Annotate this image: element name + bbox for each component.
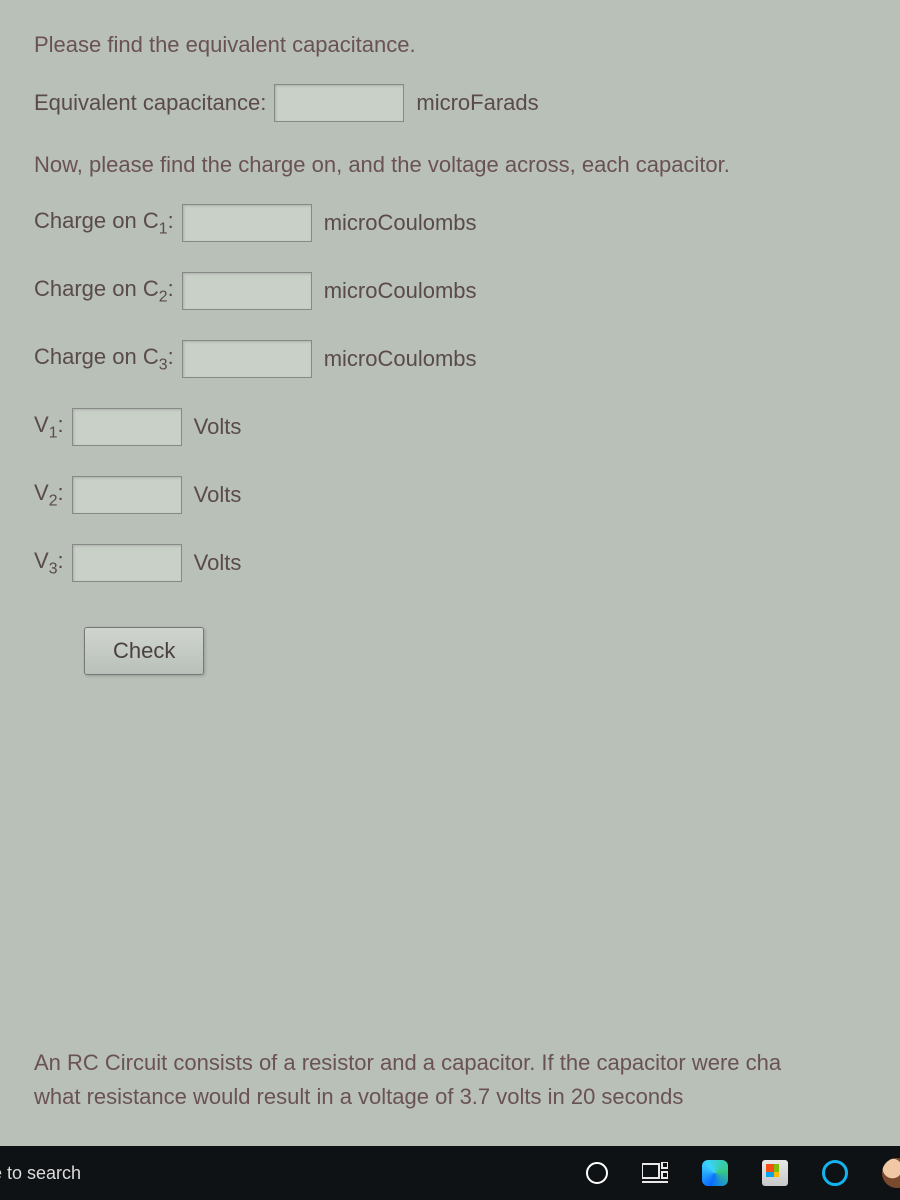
instruction-charge-voltage: Now, please find the charge on, and the … [34, 152, 872, 178]
v3-label: V3: [34, 548, 64, 578]
charge-c1-input[interactable] [182, 204, 312, 242]
charge-c3-label: Charge on C3: [34, 344, 174, 374]
v2-unit: Volts [194, 482, 242, 508]
v1-unit: Volts [194, 414, 242, 440]
charge-prefix: Charge on C [34, 276, 159, 301]
row-v1: V1: Volts [34, 408, 872, 446]
eq-cap-label: Equivalent capacitance: [34, 90, 266, 116]
charge-prefix: Charge on C [34, 208, 159, 233]
colon: : [168, 344, 174, 369]
eq-cap-unit: microFarads [416, 90, 538, 116]
charge-c2-input[interactable] [182, 272, 312, 310]
colon: : [168, 276, 174, 301]
row-charge-c2: Charge on C2: microCoulombs [34, 272, 872, 310]
v2-subscript: 2 [49, 492, 58, 509]
rc-line2: what resistance would result in a voltag… [34, 1080, 900, 1114]
v1-subscript: 1 [49, 424, 58, 441]
taskbar-icons [586, 1158, 900, 1188]
taskbar: e to search [0, 1146, 900, 1200]
colon: : [58, 548, 64, 573]
v-prefix: V [34, 412, 49, 437]
instruction-equivalent: Please find the equivalent capacitance. [34, 32, 872, 58]
row-v2: V2: Volts [34, 476, 872, 514]
charge-c2-label: Charge on C2: [34, 276, 174, 306]
v1-input[interactable] [72, 408, 182, 446]
colon: : [168, 208, 174, 233]
charge-c3-input[interactable] [182, 340, 312, 378]
charge-c1-label: Charge on C1: [34, 208, 174, 238]
store-icon[interactable] [762, 1160, 788, 1186]
row-equivalent-capacitance: Equivalent capacitance: microFarads [34, 84, 872, 122]
row-charge-c1: Charge on C1: microCoulombs [34, 204, 872, 242]
v3-subscript: 3 [49, 560, 58, 577]
v-prefix: V [34, 480, 49, 505]
v2-input[interactable] [72, 476, 182, 514]
taskview-icon[interactable] [642, 1162, 668, 1184]
v-prefix: V [34, 548, 49, 573]
v3-unit: Volts [194, 550, 242, 576]
c3-subscript: 3 [159, 356, 168, 373]
colon: : [58, 480, 64, 505]
eq-cap-input[interactable] [274, 84, 404, 122]
colon: : [58, 412, 64, 437]
v2-label: V2: [34, 480, 64, 510]
charge-c2-unit: microCoulombs [324, 278, 477, 304]
check-button[interactable]: Check [84, 627, 204, 675]
row-v3: V3: Volts [34, 544, 872, 582]
row-charge-c3: Charge on C3: microCoulombs [34, 340, 872, 378]
charge-c3-unit: microCoulombs [324, 346, 477, 372]
rc-circuit-text: An RC Circuit consists of a resistor and… [34, 1046, 900, 1114]
taskbar-search-text[interactable]: e to search [0, 1163, 81, 1184]
cortana-blue-icon[interactable] [822, 1160, 848, 1186]
charge-prefix: Charge on C [34, 344, 159, 369]
c1-subscript: 1 [159, 220, 168, 237]
c2-subscript: 2 [159, 288, 168, 305]
edge-icon[interactable] [702, 1160, 728, 1186]
chrome-avatar-icon[interactable] [882, 1158, 900, 1188]
cortana-icon[interactable] [586, 1162, 608, 1184]
charge-c1-unit: microCoulombs [324, 210, 477, 236]
v1-label: V1: [34, 412, 64, 442]
v3-input[interactable] [72, 544, 182, 582]
rc-line1: An RC Circuit consists of a resistor and… [34, 1046, 900, 1080]
